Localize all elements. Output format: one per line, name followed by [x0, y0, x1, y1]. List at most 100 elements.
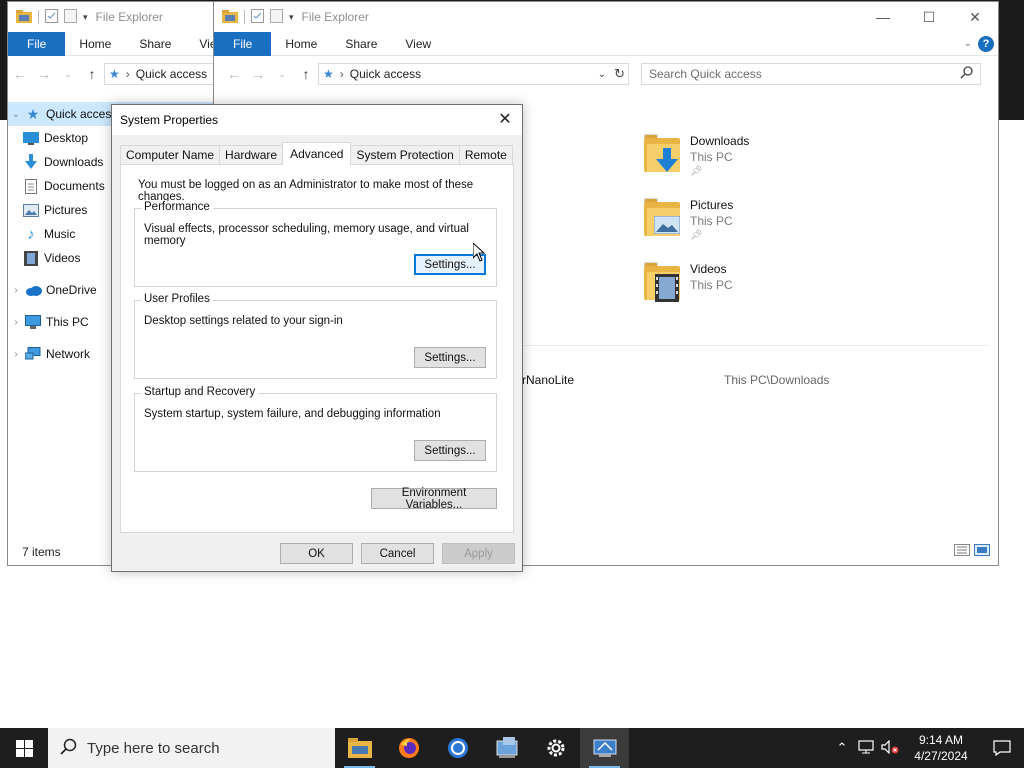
tab-computer-name[interactable]: Computer Name	[120, 145, 221, 165]
clock-date: 4/27/2024	[914, 749, 968, 763]
new-folder-icon[interactable]	[270, 8, 283, 26]
network-icon[interactable]	[854, 739, 878, 757]
chevron-down-icon[interactable]: ⌄	[8, 109, 24, 120]
tab-home[interactable]: Home	[271, 32, 331, 56]
tab-home[interactable]: Home	[65, 32, 125, 56]
group-description: System startup, system failure, and debu…	[144, 408, 441, 420]
tab-system-protection[interactable]: System Protection	[350, 145, 460, 165]
address-text: Quick access	[135, 67, 208, 81]
address-bar[interactable]: ★ › Quick access	[104, 63, 214, 85]
download-arrow-icon	[22, 154, 40, 170]
tab-hardware[interactable]: Hardware	[219, 145, 284, 165]
quick-access-star-icon: ★	[323, 67, 334, 81]
ribbon: File Home Share View ⌄ ?	[214, 31, 998, 56]
downloads-folder-icon	[644, 134, 682, 174]
search-input[interactable]: Search Quick access	[641, 63, 981, 85]
details-view-icon[interactable]	[954, 544, 970, 559]
ok-button[interactable]: OK	[280, 543, 353, 564]
startup-recovery-settings-button[interactable]: Settings...	[414, 440, 486, 461]
windows-logo-icon	[15, 739, 33, 757]
tab-remote[interactable]: Remote	[458, 145, 513, 165]
desktop-icon	[22, 130, 40, 146]
volume-muted-icon[interactable]	[878, 739, 902, 757]
folder-item-pictures[interactable]: Pictures This PC 📌︎	[644, 198, 733, 241]
settings-gear-icon[interactable]	[531, 728, 580, 768]
breadcrumb-chevron-icon: ›	[339, 67, 344, 81]
dialog-title-bar[interactable]: System Properties ✕	[112, 105, 522, 135]
pictures-folder-icon	[644, 198, 682, 238]
forward-arrow-icon[interactable]: →	[246, 66, 270, 82]
recent-chevron-icon[interactable]: ⌄	[270, 69, 294, 80]
address-bar[interactable]: ★ › Quick access ⌄ ↻	[318, 63, 629, 85]
system-app-icon[interactable]	[482, 728, 531, 768]
close-icon[interactable]: ✕	[496, 111, 514, 129]
view-toggle	[954, 544, 990, 559]
back-arrow-icon[interactable]: ←	[8, 66, 32, 82]
folder-name: Downloads	[690, 134, 750, 148]
chevron-right-icon[interactable]: ›	[8, 285, 24, 296]
dialog-title: System Properties	[120, 113, 219, 127]
show-hidden-icons-chevron-icon[interactable]: ⌃	[830, 740, 854, 756]
star-icon: ★	[26, 105, 40, 122]
notification-center-icon[interactable]	[980, 728, 1024, 768]
status-bar-item-count: 7 items	[22, 545, 61, 559]
minimize-icon[interactable]: —	[860, 2, 906, 32]
title-bar[interactable]: ▾ File Explorer — ☐ ✕	[214, 2, 998, 32]
taskbar-search-box[interactable]: Type here to search	[48, 728, 335, 768]
up-arrow-icon[interactable]: ↑	[80, 66, 104, 82]
new-folder-icon[interactable]	[64, 8, 77, 26]
address-row: ← → ⌄ ↑ ★ › Quick access ⌄ ↻ Search Quic…	[214, 60, 998, 88]
address-text: Quick access	[349, 67, 422, 81]
desktop: ▾ File Explorer File Home Share View ← →…	[0, 0, 1024, 728]
pin-icon: 📌︎	[690, 166, 703, 177]
recent-file-row[interactable]: rNanoLite This PC\Downloads	[514, 372, 994, 390]
refresh-icon[interactable]: ↻	[614, 66, 625, 82]
folder-item-videos[interactable]: Videos This PC	[644, 262, 733, 302]
apply-button[interactable]: Apply	[442, 543, 515, 564]
up-arrow-icon[interactable]: ↑	[294, 66, 318, 82]
properties-icon[interactable]	[251, 8, 264, 26]
properties-icon[interactable]	[45, 8, 58, 26]
system-properties-dialog[interactable]: System Properties ✕ Computer Name Hardwa…	[111, 104, 523, 572]
recent-chevron-icon[interactable]: ⌄	[56, 69, 80, 80]
start-button[interactable]	[0, 728, 48, 768]
cancel-button[interactable]: Cancel	[361, 543, 434, 564]
cloud-icon	[24, 282, 42, 298]
tab-view[interactable]: View	[391, 32, 445, 56]
tab-share[interactable]: Share	[331, 32, 391, 56]
customize-qat-icon[interactable]: ▾	[83, 12, 88, 23]
clock[interactable]: 9:14 AM 4/27/2024	[902, 732, 980, 764]
film-icon	[22, 250, 40, 266]
forward-arrow-icon[interactable]: →	[32, 66, 56, 82]
tab-file[interactable]: File	[214, 31, 272, 56]
address-dropdown-icon[interactable]: ⌄	[598, 69, 606, 80]
startup-recovery-group: Startup and Recovery System startup, sys…	[134, 386, 497, 472]
file-explorer-taskbar-icon[interactable]	[335, 728, 384, 768]
back-arrow-icon[interactable]: ←	[222, 66, 246, 82]
tab-advanced[interactable]: Advanced	[282, 142, 352, 165]
large-icons-view-icon[interactable]	[974, 544, 990, 559]
search-icon	[60, 738, 77, 759]
tab-share[interactable]: Share	[125, 32, 185, 56]
user-profiles-settings-button[interactable]: Settings...	[414, 347, 486, 368]
divider	[244, 10, 245, 24]
title-bar[interactable]: ▾ File Explorer	[8, 2, 216, 32]
folder-icon	[16, 9, 32, 26]
environment-variables-button[interactable]: Environment Variables...	[371, 487, 497, 511]
firefox-icon[interactable]	[384, 728, 433, 768]
maximize-icon[interactable]: ☐	[906, 2, 952, 32]
help-icon[interactable]: ?	[978, 35, 994, 52]
tab-file[interactable]: File	[8, 31, 66, 56]
ribbon-expand-chevron-icon[interactable]: ⌄	[964, 38, 972, 49]
chevron-right-icon[interactable]: ›	[8, 349, 24, 360]
close-icon[interactable]: ✕	[952, 2, 998, 32]
chrome-icon[interactable]	[433, 728, 482, 768]
system-properties-taskbar-icon[interactable]	[580, 728, 629, 768]
customize-qat-icon[interactable]: ▾	[289, 12, 294, 23]
folder-item-downloads[interactable]: Downloads This PC 📌︎	[644, 134, 749, 177]
window-title: File Explorer	[95, 10, 163, 24]
dialog-tabs: Computer Name Hardware Advanced System P…	[120, 142, 513, 165]
recent-file-name: rNanoLite	[522, 373, 575, 387]
chevron-right-icon[interactable]: ›	[8, 317, 24, 328]
clock-time: 9:14 AM	[918, 733, 964, 747]
